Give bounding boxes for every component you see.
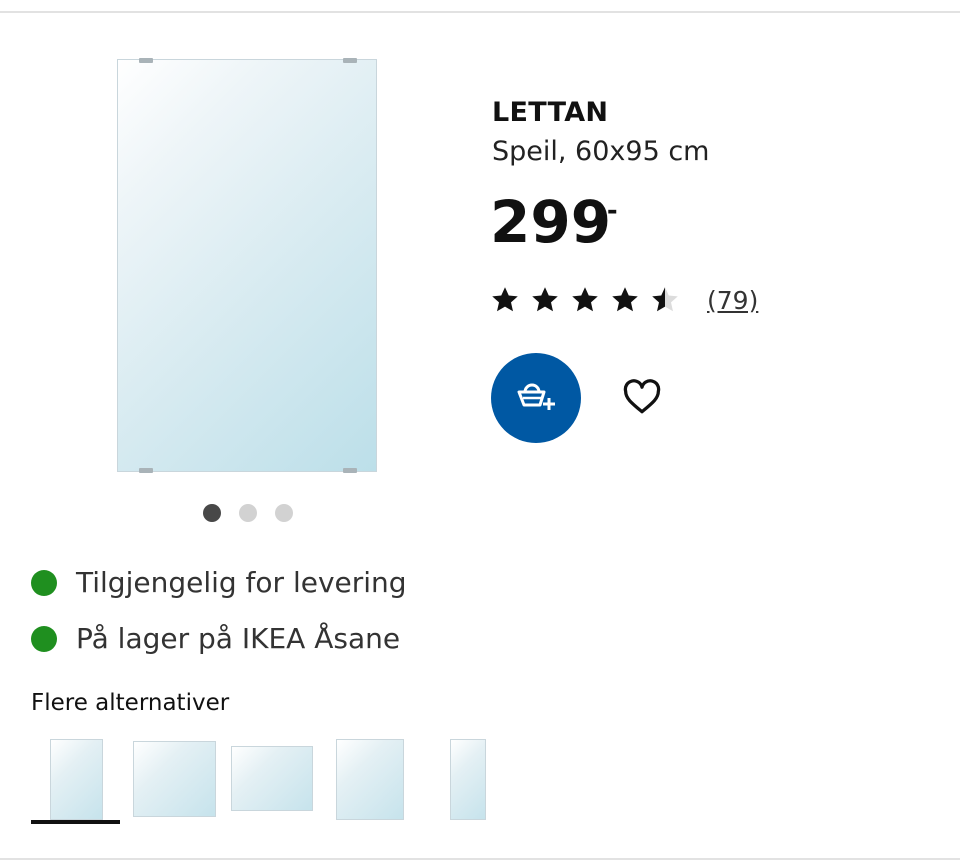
star-full-icon [572, 287, 598, 312]
gallery-dot-1[interactable] [203, 504, 221, 522]
availability-store[interactable]: På lager på IKEA Åsane [31, 622, 400, 655]
product-price: 299 [490, 188, 612, 256]
star-half-icon [652, 287, 678, 312]
product-description: Speil, 60x95 cm [492, 136, 710, 167]
availability-text: På lager på IKEA Åsane [76, 622, 401, 655]
price-suffix: ,- [597, 196, 618, 226]
product-main-image[interactable] [117, 58, 377, 473]
alternative-thumbnail[interactable] [133, 741, 216, 817]
mirror-clip [343, 58, 357, 63]
product-rating[interactable]: (79) [490, 285, 758, 315]
alternative-thumbnail[interactable] [336, 739, 404, 820]
product-name[interactable]: LETTAN [492, 97, 608, 128]
star-full-icon [532, 287, 558, 312]
add-to-cart-button[interactable] [491, 353, 581, 443]
availability-text: Tilgjengelig for levering [76, 566, 407, 599]
favorite-button[interactable] [620, 377, 664, 417]
top-divider [0, 11, 960, 13]
gallery-dot-2[interactable] [239, 504, 257, 522]
bottom-divider [0, 858, 960, 860]
availability-delivery: Tilgjengelig for levering [31, 566, 407, 599]
alternatives-heading: Flere alternativer [31, 690, 230, 716]
status-dot-icon [31, 569, 57, 596]
mirror-clip [343, 468, 357, 473]
mirror-image [117, 59, 377, 472]
gallery-dot-3[interactable] [275, 504, 293, 522]
star-full-icon [612, 287, 638, 312]
mirror-clip [139, 468, 153, 473]
status-dot-icon [31, 625, 57, 652]
selected-alternative-indicator [31, 820, 120, 824]
gallery-dots [203, 504, 293, 522]
review-count-link[interactable]: (79) [707, 286, 758, 315]
alternative-thumbnail[interactable] [50, 739, 103, 820]
alternative-thumbnail[interactable] [231, 746, 313, 811]
alternative-thumbnail[interactable] [450, 739, 486, 820]
mirror-clip [139, 58, 153, 63]
heart-icon [623, 379, 661, 414]
star-full-icon [492, 287, 518, 312]
add-to-cart-basket-icon [517, 383, 555, 410]
